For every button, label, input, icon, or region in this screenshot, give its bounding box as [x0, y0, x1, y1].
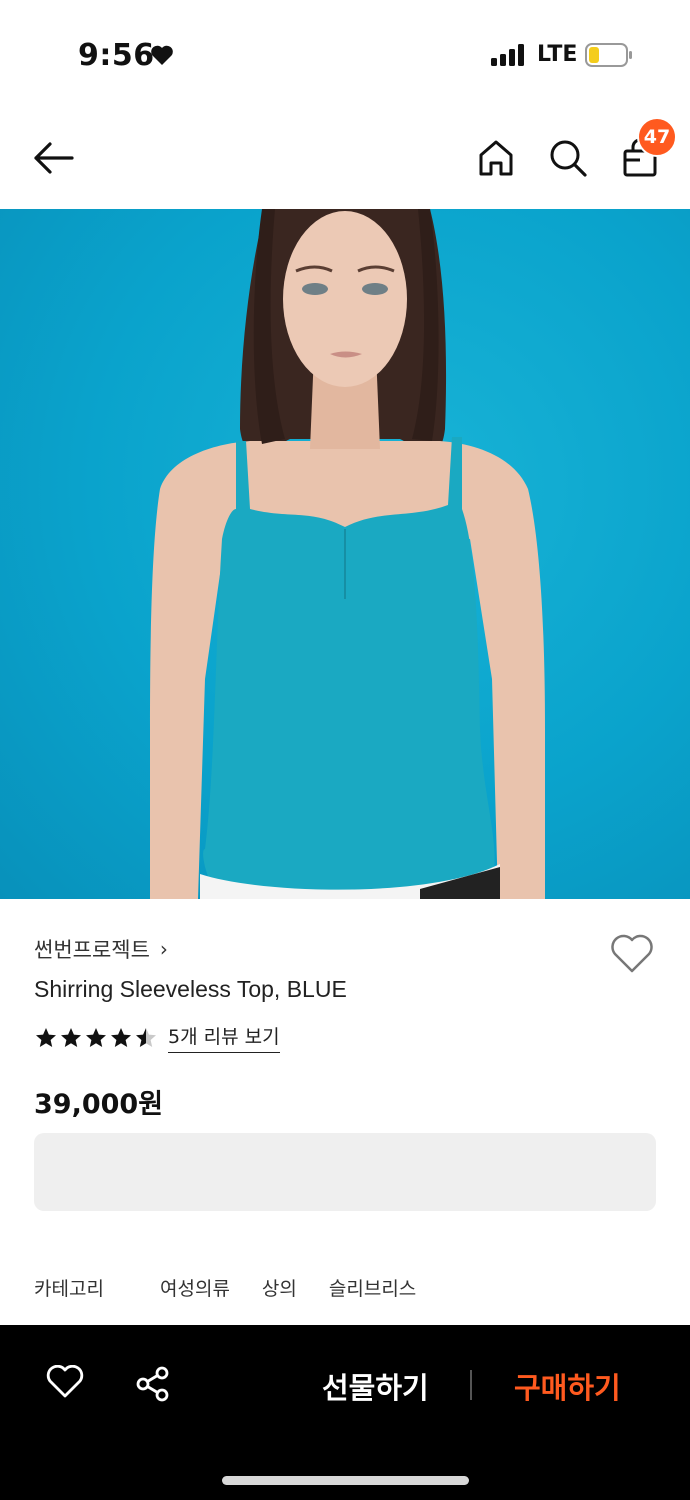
battery-icon: [585, 42, 633, 72]
star-icon: [111, 1027, 131, 1047]
status-bar: 9:56 LTE: [0, 0, 690, 110]
like-heart-icon[interactable]: [46, 1364, 84, 1403]
search-icon[interactable]: [548, 138, 588, 182]
promo-placeholder: [34, 1133, 656, 1211]
home-icon[interactable]: [476, 138, 516, 182]
chevron-right-icon: ›: [159, 937, 168, 961]
star-icon: [86, 1027, 106, 1047]
brand-link[interactable]: 썬번프로젝트 ›: [34, 934, 168, 964]
divider: [470, 1370, 472, 1400]
signal-icon: [491, 44, 525, 70]
network-label: LTE: [537, 42, 578, 67]
top-nav: [0, 110, 690, 210]
star-icon: [61, 1027, 81, 1047]
product-title: Shirring Sleeveless Top, BLUE: [34, 976, 347, 1002]
product-image[interactable]: [0, 209, 690, 899]
half-star-icon: [136, 1027, 156, 1047]
review-link[interactable]: 5개 리뷰 보기: [168, 1022, 280, 1053]
star-icon: [36, 1027, 56, 1047]
back-arrow-icon[interactable]: [32, 140, 76, 180]
product-price: 39,000원: [34, 1089, 164, 1120]
category-item[interactable]: 상의: [262, 1274, 297, 1301]
heart-status-icon: [150, 44, 174, 70]
home-indicator: [222, 1476, 469, 1485]
category-item[interactable]: 여성의류: [160, 1274, 230, 1301]
buy-button[interactable]: 구매하기: [514, 1365, 621, 1407]
category-row: 카테고리 여성의류 상의 슬리브리스: [34, 1274, 448, 1301]
share-icon[interactable]: [134, 1365, 172, 1407]
category-label: 카테고리: [34, 1278, 104, 1300]
status-time: 9:56: [78, 38, 155, 73]
gift-button[interactable]: 선물하기: [322, 1365, 429, 1407]
star-rating: [34, 1026, 158, 1050]
rating-row: 5개 리뷰 보기: [34, 1022, 280, 1053]
category-item[interactable]: 슬리브리스: [329, 1274, 416, 1301]
wishlist-heart-icon[interactable]: [610, 934, 654, 978]
cart-count-badge: 47: [637, 117, 677, 157]
brand-name: 썬번프로젝트: [34, 938, 150, 962]
bottom-action-bar: 선물하기 구매하기: [0, 1325, 690, 1500]
